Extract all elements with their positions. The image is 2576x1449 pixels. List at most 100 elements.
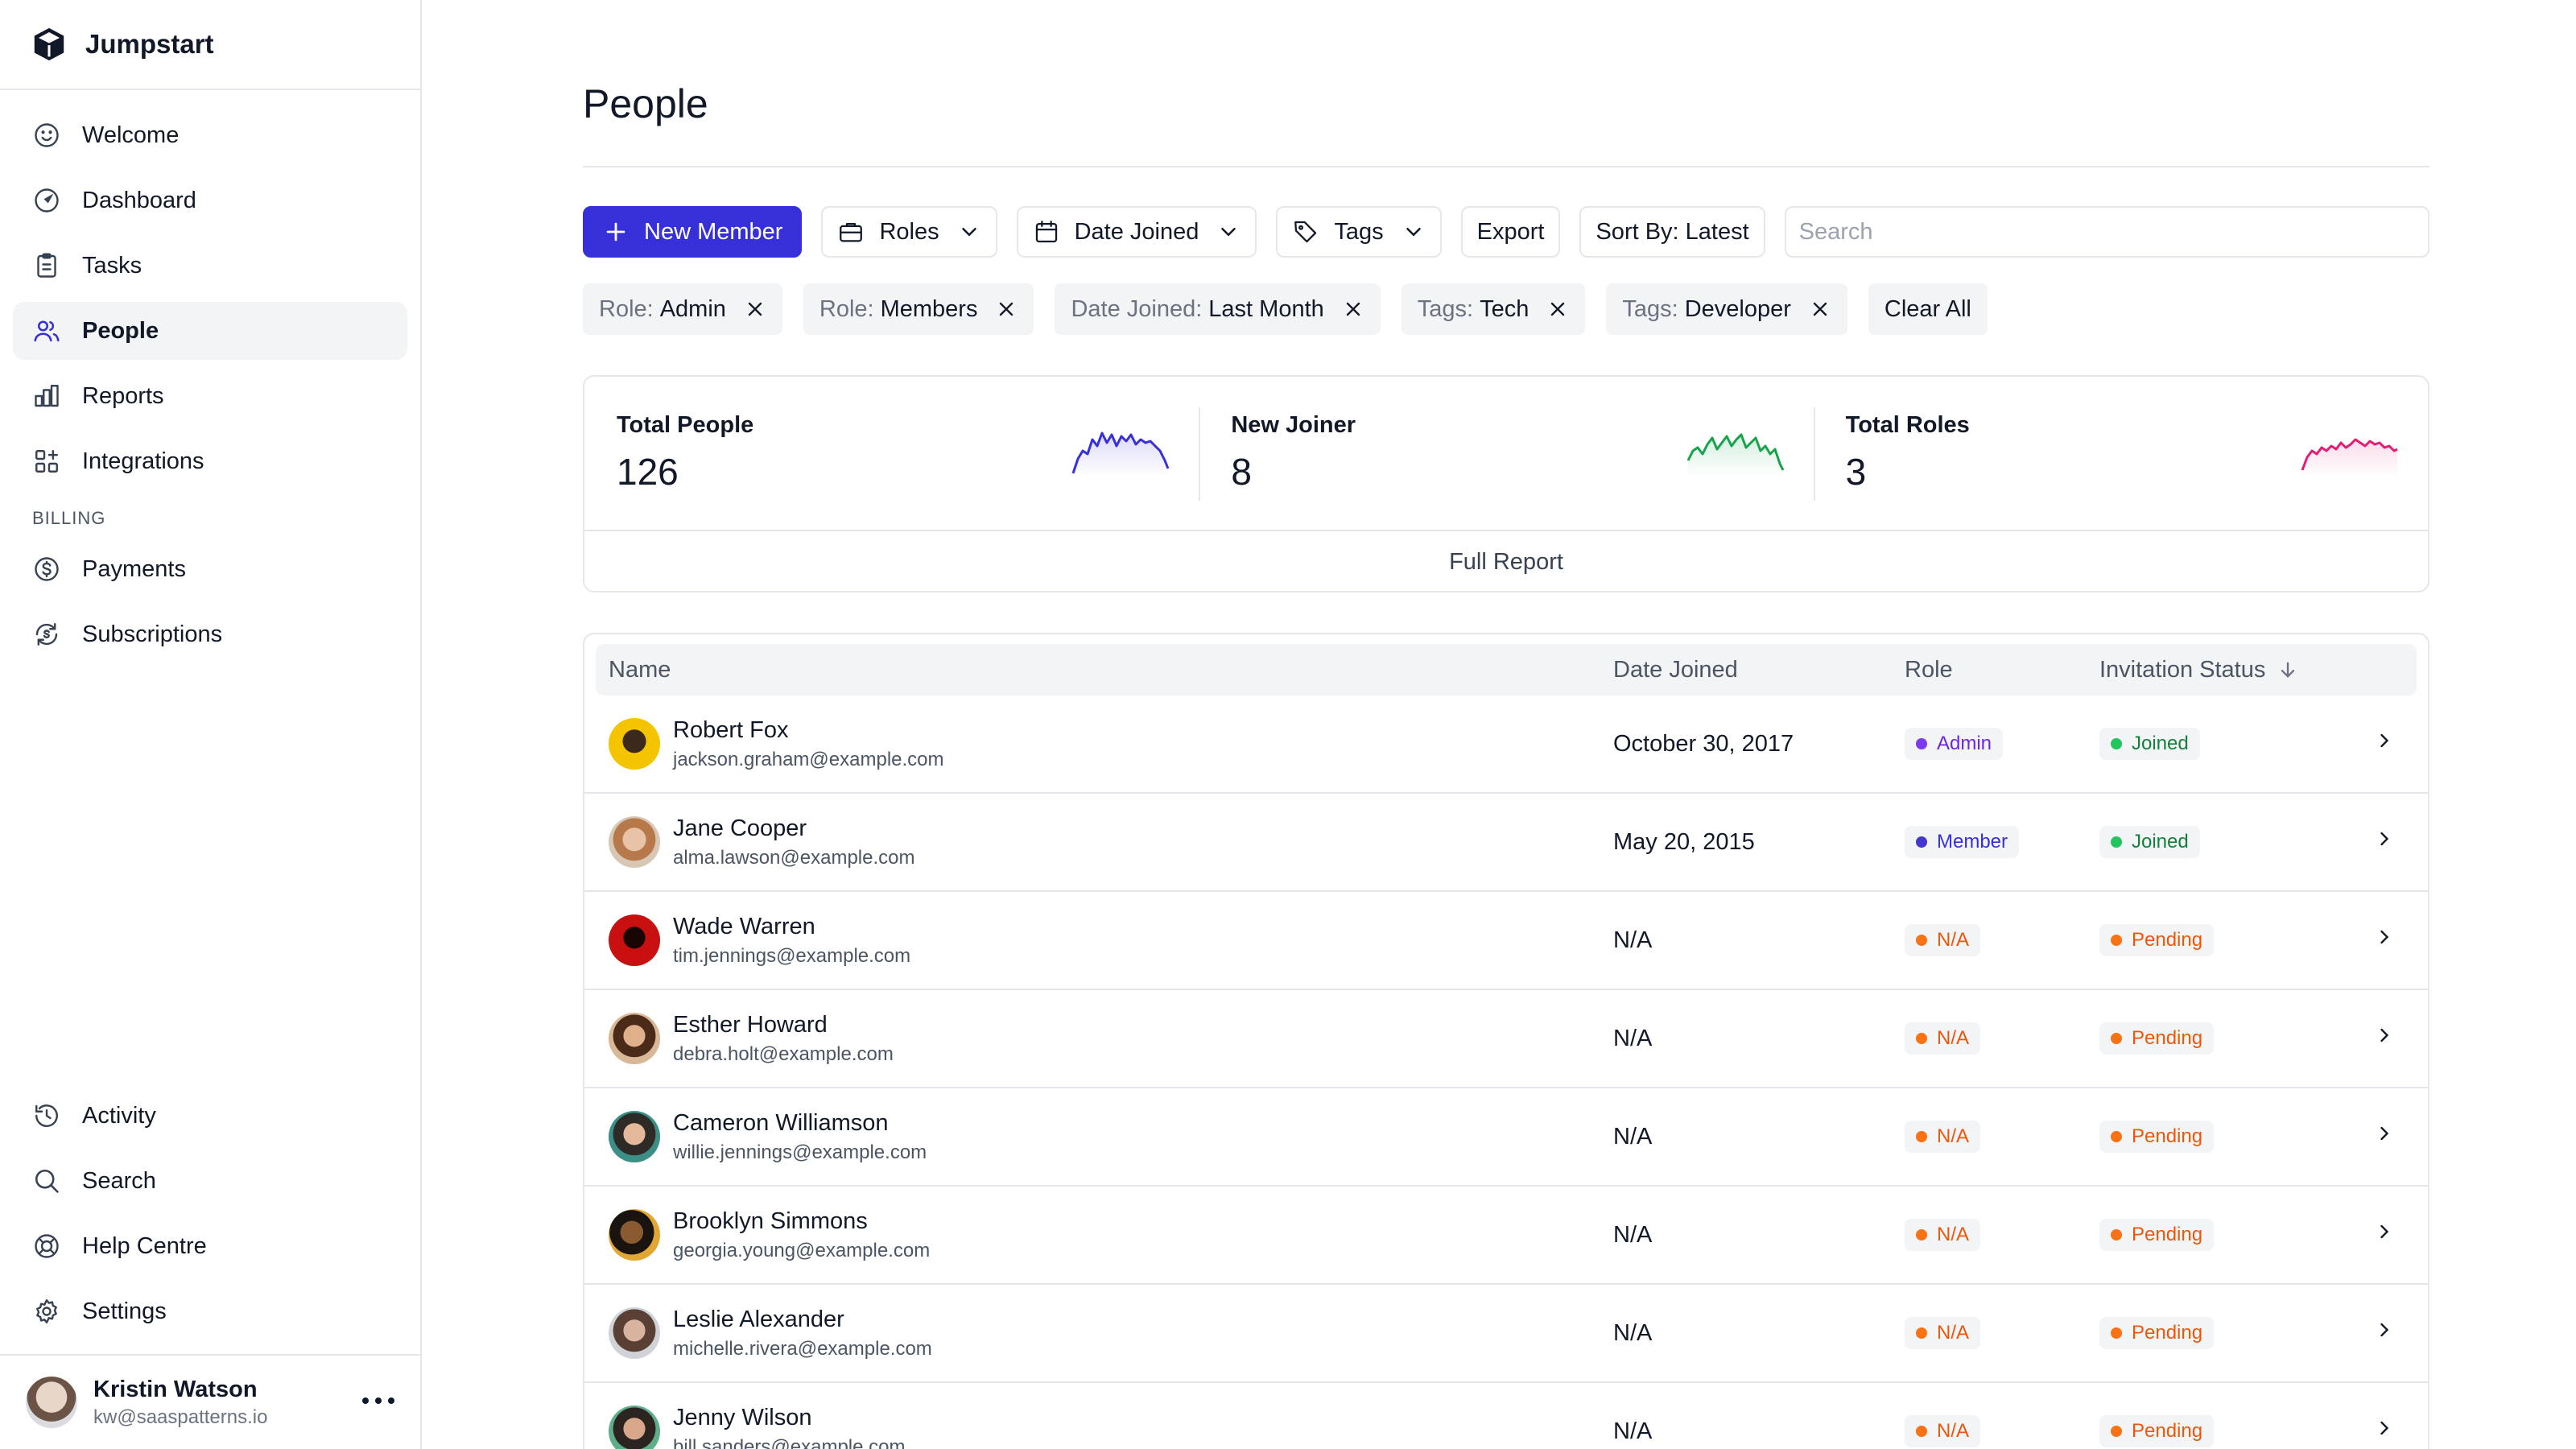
user-profile[interactable]: Kristin Watson kw@saaspatterns.io: [0, 1354, 420, 1449]
nav-item-reports[interactable]: Reports: [13, 367, 407, 425]
filter-value: Developer: [1684, 295, 1791, 322]
nav-item-help-centre[interactable]: Help Centre: [13, 1217, 407, 1275]
table-row[interactable]: Brooklyn Simmons georgia.young@example.co…: [584, 1187, 2428, 1285]
person-name: Leslie Alexander: [673, 1306, 844, 1332]
chevron-right-icon[interactable]: [2373, 1220, 2396, 1243]
nav-item-people[interactable]: People: [13, 302, 407, 360]
table-row[interactable]: Leslie Alexander michelle.rivera@example.…: [584, 1285, 2428, 1383]
person-cell: Jane Cooper alma.lawson@example.com: [584, 815, 1613, 869]
role-cell: N/A: [1905, 1219, 2099, 1251]
date-joined-cell: N/A: [1613, 1025, 1653, 1051]
clear-all-button[interactable]: Clear All: [1868, 283, 1988, 335]
chevron-down-icon: [961, 228, 976, 237]
chevron-right-icon[interactable]: [2373, 1319, 2396, 1341]
refresh-dollar-icon: [35, 623, 58, 646]
nav-label: Search: [82, 1167, 156, 1194]
sort-button[interactable]: Sort By: Latest: [1579, 206, 1765, 258]
role-badge: N/A: [1905, 1121, 1981, 1153]
search-input[interactable]: [1784, 206, 2429, 258]
dollar-circle-icon: [35, 557, 59, 581]
close-icon[interactable]: [1809, 298, 1831, 320]
active-filters: Role: Admin Role: Members Date Joined: Last…: [583, 283, 2429, 335]
user-email: kw@saaspatterns.io: [93, 1406, 268, 1428]
nav-item-integrations[interactable]: Integrations: [13, 432, 407, 490]
chevron-right-icon[interactable]: [2373, 926, 2396, 948]
close-icon[interactable]: [1546, 298, 1569, 320]
stat-total-roles: Total Roles 3: [1813, 377, 2428, 530]
more-options-icon[interactable]: [362, 1393, 394, 1409]
arrow-down-icon: [2281, 662, 2295, 678]
billing-section-heading: BILLING: [32, 508, 106, 528]
stat-new-joiner: New Joiner 8: [1199, 377, 1813, 530]
person-email: willie.jennings@example.com: [673, 1141, 927, 1163]
full-report-link[interactable]: Full Report: [584, 531, 2428, 592]
divider: [583, 166, 2429, 167]
tags-dropdown[interactable]: Tags: [1276, 206, 1442, 258]
table-header: Name Date Joined Role Invitation Status: [596, 644, 2417, 696]
date-joined-cell: N/A: [1613, 1123, 1653, 1150]
status-text: Pending: [2132, 929, 2203, 951]
close-icon[interactable]: [995, 298, 1018, 320]
nav-label: People: [82, 317, 159, 344]
filter-chip: Role: Members: [803, 283, 1034, 335]
table-row[interactable]: Wade Warren tim.jennings@example.com N/A …: [584, 892, 2428, 990]
table-row[interactable]: Jenny Wilson bill.sanders@example.com N/A…: [584, 1383, 2428, 1449]
filter-value: Tech: [1480, 295, 1530, 322]
nav-item-search[interactable]: Search: [13, 1152, 407, 1210]
nav-item-tasks[interactable]: Tasks: [13, 237, 407, 295]
filter-value: Members: [880, 295, 978, 322]
nav-item-dashboard[interactable]: Dashboard: [13, 171, 407, 229]
role-text: N/A: [1937, 1420, 1970, 1442]
nav-label: Subscriptions: [82, 621, 223, 647]
column-header-name[interactable]: Name: [596, 657, 1613, 683]
nav-item-payments[interactable]: Payments: [13, 540, 407, 598]
nav-label: Help Centre: [82, 1232, 207, 1259]
bar-chart-icon: [35, 385, 59, 407]
gear-icon: [36, 1299, 57, 1323]
chevron-right-icon[interactable]: [2373, 1417, 2396, 1439]
roles-dropdown[interactable]: Roles: [821, 206, 997, 258]
chevron-right-icon[interactable]: [2373, 729, 2396, 752]
status-cell: Pending: [2099, 924, 2428, 956]
close-icon[interactable]: [1342, 298, 1364, 320]
sidebar: Jumpstart Welcome Dashboard Tasks People…: [0, 0, 422, 1449]
filter-key: Date Joined:: [1071, 295, 1203, 322]
date-joined-dropdown[interactable]: Date Joined: [1016, 206, 1257, 258]
filter-value: Last Month: [1208, 295, 1324, 322]
chevron-right-icon[interactable]: [2373, 828, 2396, 850]
filter-key: Tags:: [1622, 295, 1678, 322]
date-joined-cell: N/A: [1613, 1319, 1653, 1346]
role-text: N/A: [1937, 1224, 1970, 1245]
table-row[interactable]: Cameron Williamson willie.jennings@exampl…: [584, 1088, 2428, 1187]
person-name: Esther Howard: [673, 1011, 828, 1038]
table-body: Robert Fox jackson.graham@example.com Oct…: [584, 696, 2428, 1449]
column-header-date[interactable]: Date Joined: [1613, 657, 1905, 683]
export-button[interactable]: Export: [1460, 206, 1561, 258]
nav-item-activity[interactable]: Activity: [13, 1087, 407, 1145]
sparkline: [1071, 431, 1170, 477]
nav-item-subscriptions[interactable]: Subscriptions: [13, 605, 407, 663]
table-row[interactable]: Jane Cooper alma.lawson@example.com May 2…: [584, 794, 2428, 892]
role-cell: Member: [1905, 826, 2099, 858]
chevron-right-icon[interactable]: [2373, 1122, 2396, 1145]
calendar-icon: [1035, 221, 1057, 243]
role-cell: N/A: [1905, 1415, 2099, 1447]
cube-logo-icon: [34, 27, 64, 61]
table-row[interactable]: Robert Fox jackson.graham@example.com Oct…: [584, 696, 2428, 794]
date-joined-cell: N/A: [1613, 1221, 1653, 1248]
brand[interactable]: Jumpstart: [0, 0, 420, 90]
export-label: Export: [1476, 218, 1545, 245]
chevron-right-icon[interactable]: [2373, 1024, 2396, 1046]
nav-label: Activity: [82, 1102, 156, 1129]
column-header-status[interactable]: Invitation Status: [2099, 657, 2417, 683]
column-header-role[interactable]: Role: [1905, 657, 2099, 683]
nav-item-settings[interactable]: Settings: [13, 1282, 407, 1340]
status-text: Pending: [2132, 1420, 2203, 1442]
close-icon[interactable]: [744, 298, 766, 320]
sort-label: Sort By: Latest: [1596, 218, 1749, 245]
nav-item-welcome[interactable]: Welcome: [13, 106, 407, 164]
person-name: Jane Cooper: [673, 815, 807, 841]
table-row[interactable]: Esther Howard debra.holt@example.com N/A …: [584, 990, 2428, 1088]
avatar: [609, 1111, 660, 1162]
new-member-button[interactable]: New Member: [583, 206, 803, 258]
